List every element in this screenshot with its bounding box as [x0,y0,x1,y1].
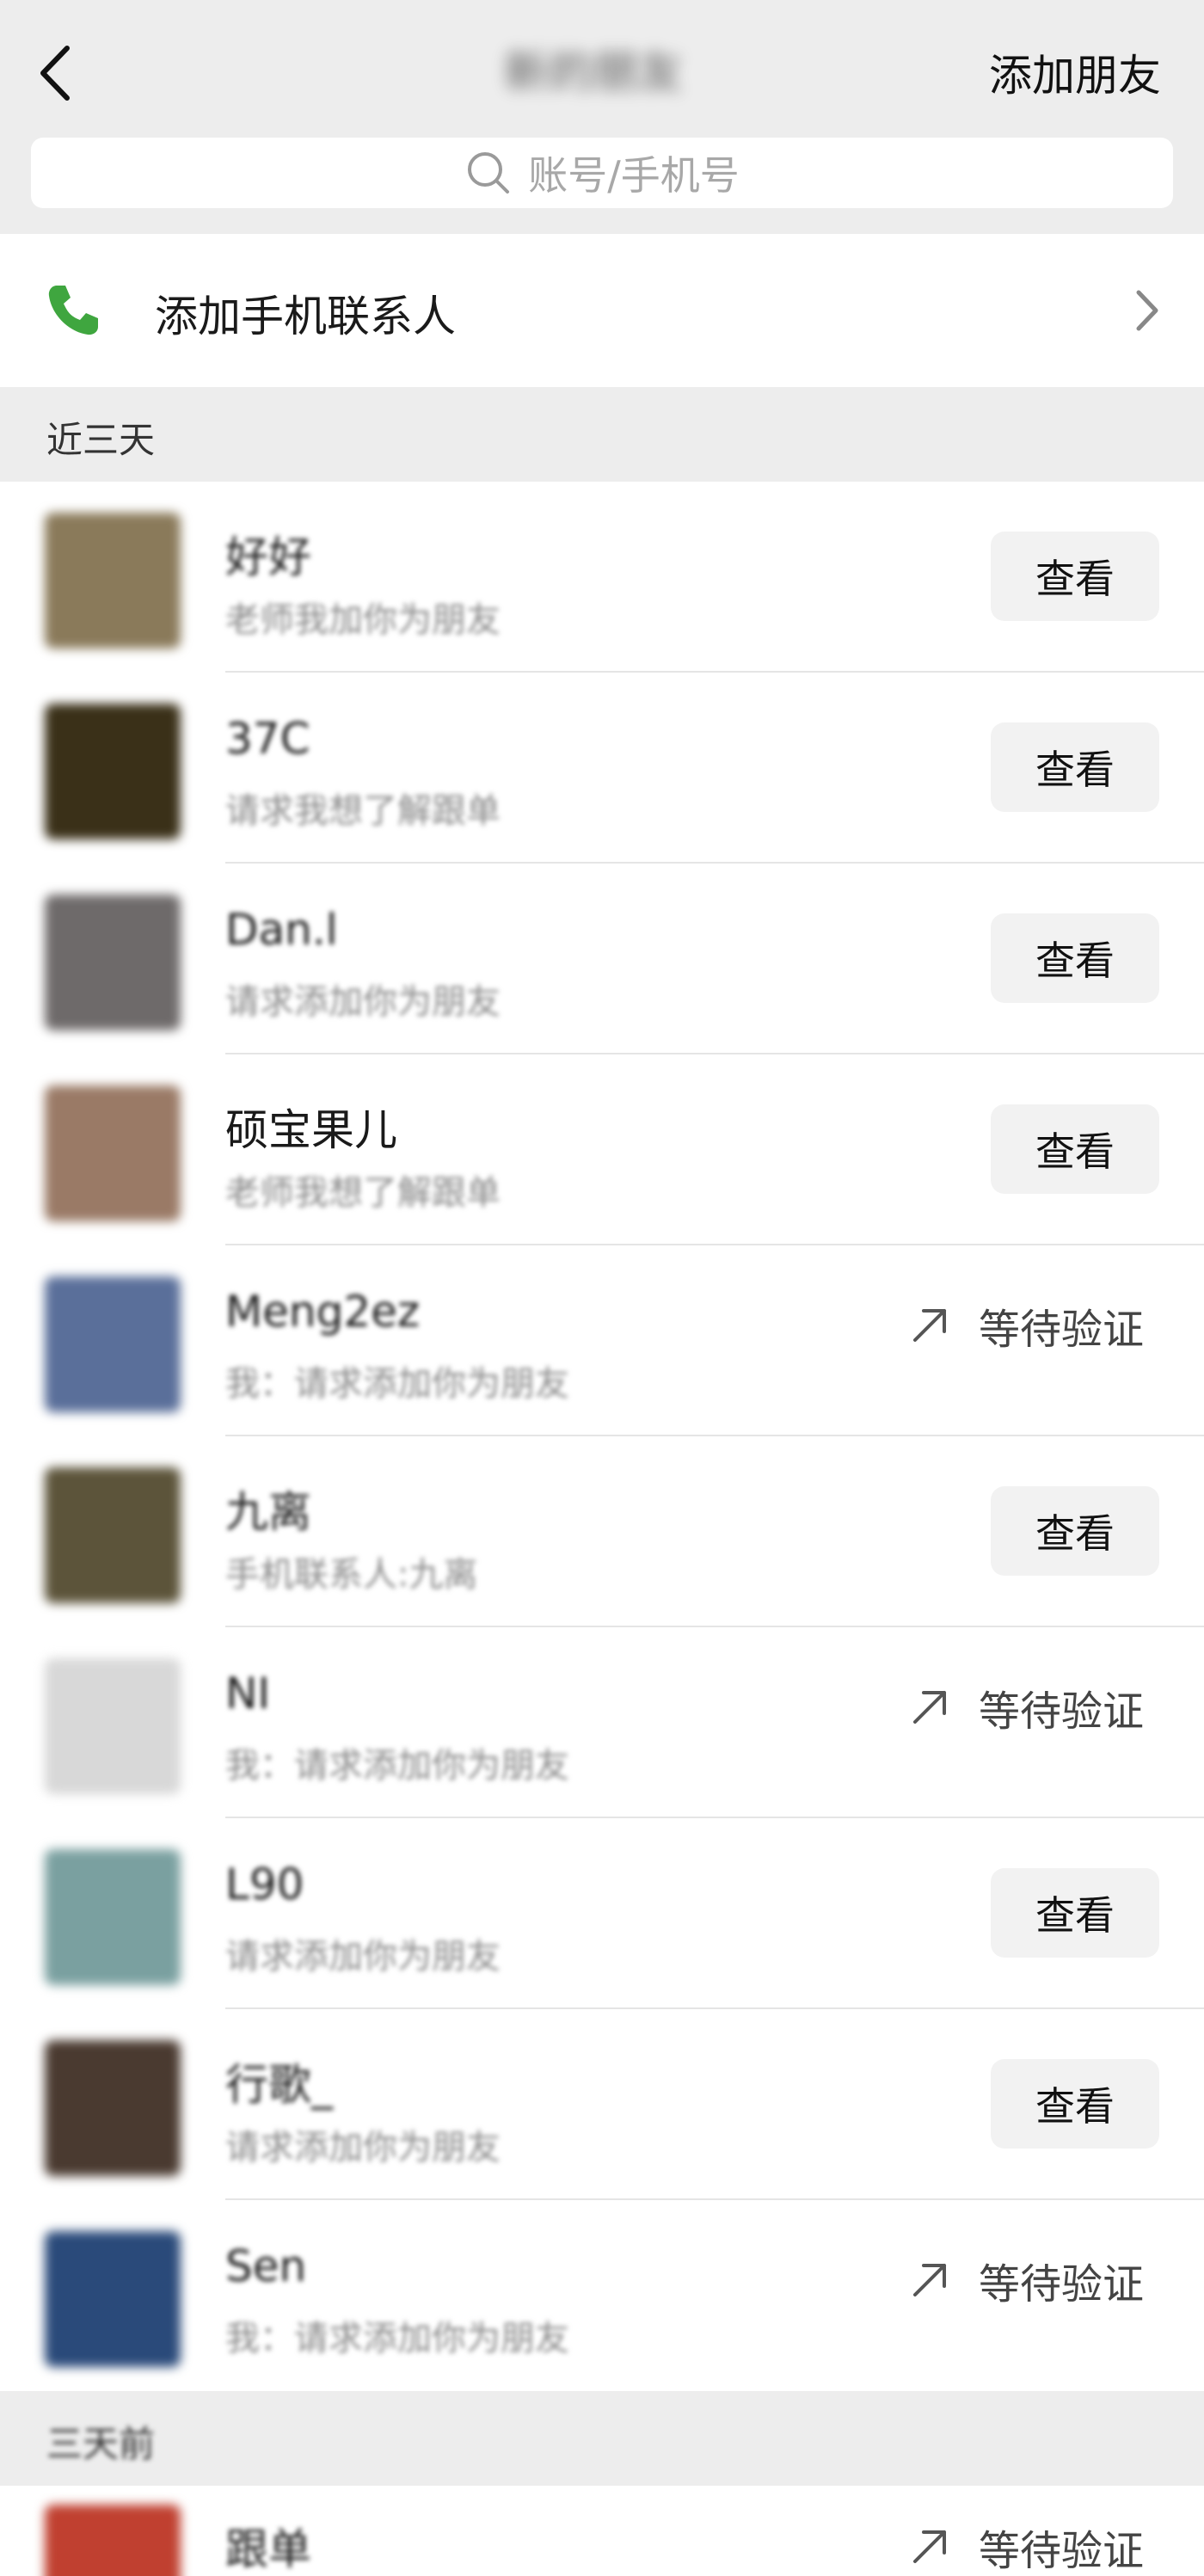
request-message: 请求我想了解跟单 [225,791,501,831]
request-message: 请求添加你为朋友 [225,2128,501,2167]
avatar [45,1849,181,1985]
list-item[interactable]: 九离手机联系人:九离 查看 [0,1436,1204,1627]
avatar [45,2040,181,2176]
page-title: 新的朋友 [503,47,683,99]
list-item[interactable]: 硕宝果儿老师我想了解跟单 查看 [0,1054,1204,1245]
list-item[interactable]: 跟单 等待验证 [0,2486,1204,2576]
phone-contacts-label: 添加手机联系人 [155,292,456,341]
section-label: 近三天 [46,419,156,461]
list-item[interactable]: 37C 请求我想了解跟单 查看 [0,673,1204,864]
request-message: 我：请求添加你为朋友 [225,1364,569,1404]
request-message: 请求添加你为朋友 [225,1937,501,1977]
list-item[interactable]: Meng2ez 我：请求添加你为朋友 等待验证 [0,1245,1204,1436]
pending-label: 等待验证 [978,1688,1144,1736]
request-message: 老师我想了解跟单 [225,1173,501,1213]
view-button[interactable]: 查看 [991,1868,1159,1958]
view-button[interactable]: 查看 [991,913,1159,1003]
avatar [45,513,181,649]
view-button[interactable]: 查看 [991,2059,1159,2149]
request-message: 老师我加你为朋友 [225,600,501,640]
arrow-up-right-icon [912,2530,946,2563]
add-friend-button[interactable]: 添加朋友 [989,41,1161,103]
avatar [45,2505,181,2576]
contact-name: L90 [225,1860,304,1909]
contact-name: 37C [225,714,310,764]
contact-name: 九离 [225,1487,311,1537]
avatar [45,1085,181,1221]
top-bar: 新的朋友 添加朋友 [0,0,1204,142]
arrow-up-right-icon [912,2264,946,2296]
add-phone-contacts-item[interactable]: 添加手机联系人 [0,234,1204,387]
request-message: 手机联系人:九离 [225,1555,478,1595]
contact-name: Sen [225,2241,307,2291]
pending-label: 等待验证 [978,2527,1144,2575]
pending-status: 等待验证 [908,2250,1144,2310]
arrow-up-right-icon [912,1691,946,1724]
request-message: 我：请求添加你为朋友 [225,1746,569,1786]
avatar [45,1276,181,1412]
list-item[interactable]: L90 请求添加你为朋友 查看 [0,1818,1204,2009]
contact-name: 跟单 [225,2524,311,2574]
arrow-up-right-icon [912,1309,946,1342]
pending-status: 等待验证 [908,1677,1144,1737]
contact-name: 好好 [225,532,311,582]
avatar [45,895,181,1030]
section-label: 三天前 [46,2423,156,2465]
view-button[interactable]: 查看 [991,532,1159,621]
avatar [45,2231,181,2367]
contact-name: Meng2ez [225,1287,421,1337]
search-input[interactable]: 账号/手机号 [31,138,1173,208]
chevron-right-icon [1136,290,1158,331]
view-button[interactable]: 查看 [991,722,1159,812]
list-item[interactable]: 好好老师我加你为朋友 查看 [0,482,1204,673]
section-header-recent: 近三天 [0,387,1204,482]
search-icon [468,152,510,194]
pending-status: 等待验证 [908,2517,1144,2576]
avatar [45,1467,181,1603]
list-item[interactable]: NI 我：请求添加你为朋友 等待验证 [0,1627,1204,1818]
contact-name: Dan.l [225,905,338,955]
request-message: 我：请求添加你为朋友 [225,2319,569,2358]
list-item[interactable]: Dan.l 请求添加你为朋友 查看 [0,864,1204,1054]
contact-name: 行歌_ [225,2060,333,2110]
view-button[interactable]: 查看 [991,1104,1159,1194]
request-message: 请求添加你为朋友 [225,982,501,1022]
friend-request-list: 好好 老师我加你为朋友 查看 37C 请求我想了解跟单 查看 Dan.l 请求添加你为朋友 查看… [0,482,1204,2391]
pending-label: 等待验证 [978,1306,1144,1354]
contact-name: NI [225,1669,271,1718]
section-header-earlier: 三天前 [0,2391,1204,2486]
back-button[interactable] [31,43,83,103]
view-button[interactable]: 查看 [991,1486,1159,1576]
search-placeholder: 账号/手机号 [528,152,740,199]
chevron-left-icon [40,46,70,101]
contact-name: 硕宝果儿 [225,1105,397,1155]
list-item[interactable]: 行歌_ 请求添加你为朋友 查看 [0,2009,1204,2200]
pending-status: 等待验证 [908,1295,1144,1356]
pending-label: 等待验证 [978,2260,1144,2309]
avatar [45,1658,181,1794]
avatar [45,704,181,839]
list-item[interactable]: Sen 我：请求添加你为朋友 等待验证 [0,2200,1204,2391]
phone-icon [48,286,98,335]
